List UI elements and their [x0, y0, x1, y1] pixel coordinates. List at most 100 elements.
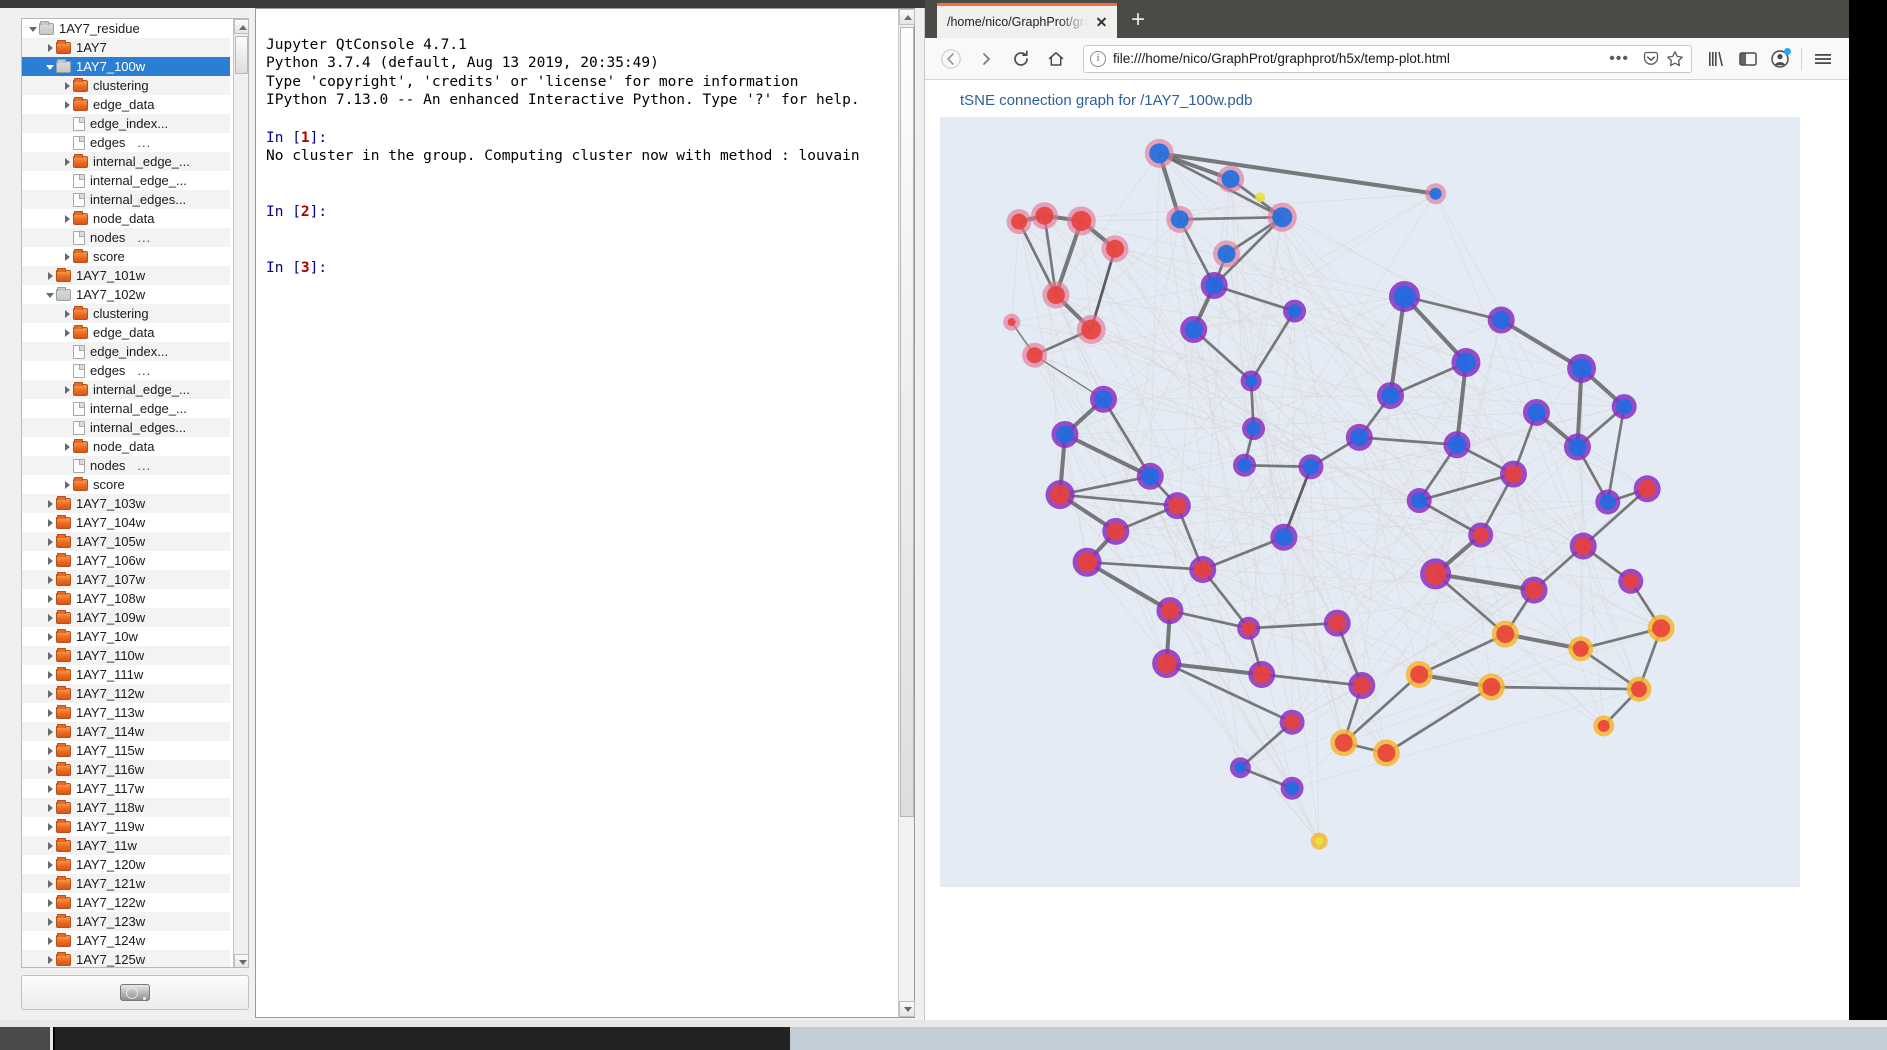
- tree-item-internal-edge-[interactable]: internal_edge_...: [22, 152, 230, 171]
- twisty-collapsed-icon[interactable]: [45, 802, 56, 813]
- twisty-collapsed-icon[interactable]: [62, 327, 73, 338]
- node-core[interactable]: [1149, 143, 1170, 164]
- node-core[interactable]: [1302, 458, 1319, 475]
- scroll-down-arrow-icon[interactable]: [234, 954, 248, 967]
- tree-item-1ay7-120w[interactable]: 1AY7_120w: [22, 855, 230, 874]
- graph-node[interactable]: [1425, 183, 1447, 205]
- tree-item-edges[interactable]: edges...: [22, 361, 230, 380]
- storage-button[interactable]: [21, 975, 249, 1010]
- tree-item-1ay7-119w[interactable]: 1AY7_119w: [22, 817, 230, 836]
- graph-node[interactable]: [1468, 522, 1494, 548]
- twisty-collapsed-icon[interactable]: [45, 669, 56, 680]
- graph-node[interactable]: [1491, 620, 1519, 648]
- twisty-collapsed-icon[interactable]: [45, 498, 56, 509]
- twisty-collapsed-icon[interactable]: [45, 650, 56, 661]
- tree-item-clustering[interactable]: clustering: [22, 76, 230, 95]
- file-tree-list[interactable]: 1AY7_residue 1AY7 1AY7_100w clustering edge_…: [22, 19, 230, 967]
- graph-node[interactable]: [1144, 138, 1174, 168]
- twisty-collapsed-icon[interactable]: [62, 80, 73, 91]
- graph-node[interactable]: [1152, 648, 1182, 678]
- twisty-collapsed-icon[interactable]: [45, 555, 56, 566]
- graph-node[interactable]: [1595, 489, 1621, 515]
- node-core[interactable]: [1572, 640, 1589, 657]
- twisty-expanded-icon[interactable]: [45, 61, 56, 72]
- node-core[interactable]: [1160, 601, 1179, 620]
- tree-item-edge-index-[interactable]: edge_index...: [22, 114, 230, 133]
- tsne-connection-graph[interactable]: [940, 117, 1800, 887]
- tree-item-1ay7-residue[interactable]: 1AY7_residue: [22, 19, 230, 38]
- info-icon[interactable]: i: [1090, 50, 1106, 67]
- node-core[interactable]: [1504, 465, 1523, 484]
- graph-node[interactable]: [1136, 462, 1164, 490]
- tree-item-1ay7-114w[interactable]: 1AY7_114w: [22, 722, 230, 741]
- node-core[interactable]: [1035, 206, 1054, 225]
- graph-node[interactable]: [1051, 420, 1079, 448]
- pocket-icon[interactable]: [1641, 49, 1661, 69]
- node-core[interactable]: [1287, 304, 1302, 319]
- tree-item-1ay7-105w[interactable]: 1AY7_105w: [22, 532, 230, 551]
- graph-node[interactable]: [1233, 453, 1257, 477]
- tree-item-1ay7-118w[interactable]: 1AY7_118w: [22, 798, 230, 817]
- node-core[interactable]: [1525, 581, 1543, 600]
- console-output[interactable]: Jupyter QtConsole 4.7.1 Python 3.7.4 (de…: [266, 17, 892, 296]
- graph-node[interactable]: [1156, 597, 1184, 625]
- node-core[interactable]: [1217, 244, 1236, 263]
- graph-node[interactable]: [1451, 348, 1481, 378]
- graph-node[interactable]: [1280, 776, 1304, 800]
- tree-item-internal-edges-[interactable]: internal_edges...: [22, 190, 230, 209]
- twisty-collapsed-icon[interactable]: [45, 821, 56, 832]
- tree-item-1ay7-102w[interactable]: 1AY7_102w: [22, 285, 230, 304]
- graph-node[interactable]: [1200, 271, 1228, 299]
- node-core[interactable]: [1492, 310, 1511, 329]
- sidebar-icon[interactable]: [1732, 43, 1764, 75]
- tree-item-1ay7-122w[interactable]: 1AY7_122w: [22, 893, 230, 912]
- graph-node[interactable]: [1163, 492, 1191, 520]
- twisty-collapsed-icon[interactable]: [62, 308, 73, 319]
- node-core[interactable]: [1141, 467, 1160, 486]
- node-core[interactable]: [1105, 239, 1124, 258]
- jupyter-qtconsole-panel[interactable]: Jupyter QtConsole 4.7.1 Python 3.7.4 (de…: [255, 8, 915, 1018]
- node-core[interactable]: [1205, 276, 1224, 295]
- twisty-collapsed-icon[interactable]: [45, 745, 56, 756]
- twisty-collapsed-icon[interactable]: [45, 840, 56, 851]
- node-core[interactable]: [1234, 761, 1247, 774]
- tree-item-edge-data[interactable]: edge_data: [22, 95, 230, 114]
- library-icon[interactable]: [1700, 43, 1732, 75]
- node-core[interactable]: [1622, 573, 1639, 590]
- graph-node[interactable]: [1626, 676, 1652, 702]
- node-core[interactable]: [1350, 428, 1369, 447]
- node-core[interactable]: [1377, 744, 1396, 763]
- graph-node[interactable]: [1633, 475, 1661, 503]
- tree-item-1ay7-124w[interactable]: 1AY7_124w: [22, 931, 230, 950]
- tree-item-1ay7-106w[interactable]: 1AY7_106w: [22, 551, 230, 570]
- node-core[interactable]: [1482, 677, 1501, 696]
- node-core[interactable]: [1193, 560, 1212, 579]
- tree-item-edge-data[interactable]: edge_data: [22, 323, 230, 342]
- node-core[interactable]: [1284, 714, 1301, 731]
- tree-item-edge-index-[interactable]: edge_index...: [22, 342, 230, 361]
- forward-arrow-icon[interactable]: [970, 43, 1002, 75]
- node-core[interactable]: [1168, 496, 1187, 515]
- node-core[interactable]: [1241, 621, 1256, 636]
- twisty-collapsed-icon[interactable]: [45, 574, 56, 585]
- graph-node[interactable]: [1310, 832, 1328, 850]
- browser-tab-active[interactable]: /home/nico/GraphProt/grap: [937, 3, 1117, 38]
- node-layer[interactable]: [1003, 138, 1675, 850]
- node-core[interactable]: [1455, 352, 1476, 373]
- node-core[interactable]: [1638, 479, 1657, 498]
- graph-node[interactable]: [1042, 281, 1070, 309]
- graph-node[interactable]: [1240, 370, 1262, 392]
- tree-item-internal-edge-[interactable]: internal_edge_...: [22, 399, 230, 418]
- node-core[interactable]: [1352, 676, 1371, 695]
- node-core[interactable]: [1568, 437, 1587, 456]
- tree-item-1ay7-113w[interactable]: 1AY7_113w: [22, 703, 230, 722]
- graph-node[interactable]: [1618, 568, 1644, 594]
- twisty-collapsed-icon[interactable]: [45, 726, 56, 737]
- graph-node[interactable]: [1388, 280, 1420, 312]
- graph-node[interactable]: [1405, 660, 1433, 688]
- twisty-collapsed-icon[interactable]: [45, 707, 56, 718]
- node-core[interactable]: [1597, 719, 1610, 732]
- node-core[interactable]: [1007, 318, 1016, 327]
- graph-node[interactable]: [1248, 660, 1276, 688]
- node-core[interactable]: [1081, 319, 1102, 340]
